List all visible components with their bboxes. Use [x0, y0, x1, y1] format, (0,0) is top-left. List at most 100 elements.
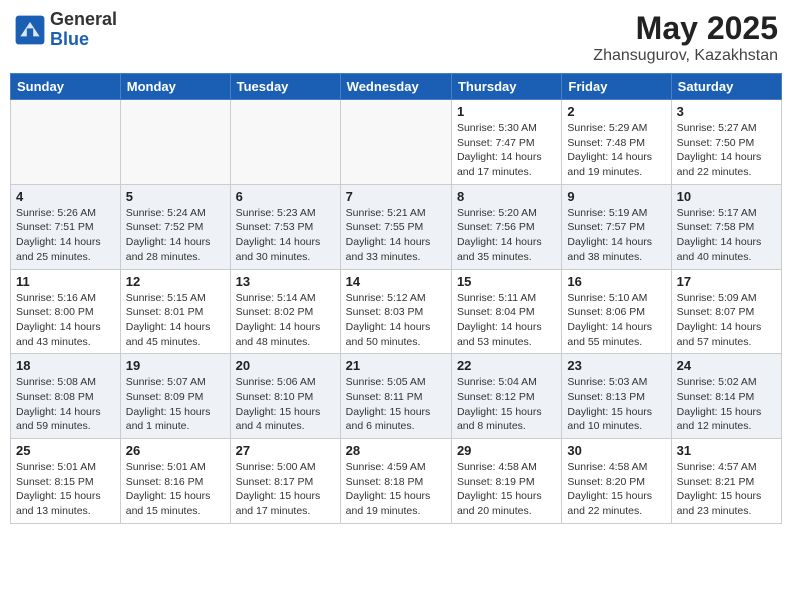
page-header: General Blue May 2025 Zhansugurov, Kazak…: [10, 10, 782, 65]
day-number: 18: [16, 358, 115, 373]
day-info: Sunrise: 5:12 AMSunset: 8:03 PMDaylight:…: [346, 291, 446, 350]
calendar-week-row: 1 Sunrise: 5:30 AMSunset: 7:47 PMDaylight…: [11, 100, 782, 185]
calendar-cell: 15Sunrise: 5:11 AMSunset: 8:04 PMDayligh…: [451, 269, 561, 354]
calendar-cell: [340, 100, 451, 185]
day-number: 14: [346, 274, 446, 289]
day-number: 22: [457, 358, 556, 373]
day-info: Sunrise: 5:15 AMSunset: 8:01 PMDaylight:…: [126, 291, 225, 350]
day-number: 25: [16, 443, 115, 458]
column-header-saturday: Saturday: [671, 74, 781, 100]
calendar-week-row: 4 Sunrise: 5:26 AMSunset: 7:51 PMDaylight…: [11, 184, 782, 269]
day-number: 17: [677, 274, 776, 289]
calendar-cell: 27Sunrise: 5:00 AMSunset: 8:17 PMDayligh…: [230, 439, 340, 524]
calendar-cell: 9 Sunrise: 5:19 AMSunset: 7:57 PMDaylight…: [562, 184, 671, 269]
calendar-cell: 6 Sunrise: 5:23 AMSunset: 7:53 PMDaylight…: [230, 184, 340, 269]
day-info: Sunrise: 5:27 AMSunset: 7:50 PMDaylight:…: [677, 121, 776, 180]
day-info: Sunrise: 5:20 AMSunset: 7:56 PMDaylight:…: [457, 206, 556, 265]
month-title: May 2025: [593, 10, 778, 47]
logo: General Blue: [14, 10, 117, 50]
calendar-cell: [11, 100, 121, 185]
calendar-cell: 4 Sunrise: 5:26 AMSunset: 7:51 PMDaylight…: [11, 184, 121, 269]
day-number: 9: [567, 189, 665, 204]
day-number: 6: [236, 189, 335, 204]
calendar-cell: 13 Sunrise: 5:14 AMSunset: 8:02 PMDayligh…: [230, 269, 340, 354]
calendar-week-row: 25 Sunrise: 5:01 AMSunset: 8:15 PMDayligh…: [11, 439, 782, 524]
day-info: Sunrise: 5:09 AMSunset: 8:07 PMDaylight:…: [677, 291, 776, 350]
day-info: Sunrise: 5:16 AMSunset: 8:00 PMDaylight:…: [16, 291, 115, 350]
calendar-cell: 30 Sunrise: 4:58 AMSunset: 8:20 PMDayligh…: [562, 439, 671, 524]
calendar-cell: 12 Sunrise: 5:15 AMSunset: 8:01 PMDayligh…: [120, 269, 230, 354]
calendar-cell: 21 Sunrise: 5:05 AMSunset: 8:11 PMDayligh…: [340, 354, 451, 439]
day-info: Sunrise: 5:02 AMSunset: 8:14 PMDaylight:…: [677, 375, 776, 434]
day-info: Sunrise: 5:11 AMSunset: 8:04 PMDaylight:…: [457, 291, 556, 350]
calendar-cell: [120, 100, 230, 185]
calendar-cell: 19Sunrise: 5:07 AMSunset: 8:09 PMDayligh…: [120, 354, 230, 439]
calendar-cell: 20 Sunrise: 5:06 AMSunset: 8:10 PMDayligh…: [230, 354, 340, 439]
day-number: 7: [346, 189, 446, 204]
calendar-cell: 16Sunrise: 5:10 AMSunset: 8:06 PMDayligh…: [562, 269, 671, 354]
day-number: 10: [677, 189, 776, 204]
day-info: Sunrise: 5:23 AMSunset: 7:53 PMDaylight:…: [236, 206, 335, 265]
column-header-wednesday: Wednesday: [340, 74, 451, 100]
calendar-cell: 18 Sunrise: 5:08 AMSunset: 8:08 PMDayligh…: [11, 354, 121, 439]
day-number: 12: [126, 274, 225, 289]
day-info: Sunrise: 4:57 AMSunset: 8:21 PMDaylight:…: [677, 460, 776, 519]
logo-icon: [14, 14, 46, 46]
calendar-cell: 14 Sunrise: 5:12 AMSunset: 8:03 PMDayligh…: [340, 269, 451, 354]
day-number: 8: [457, 189, 556, 204]
logo-general: General: [50, 10, 117, 30]
day-info: Sunrise: 5:14 AMSunset: 8:02 PMDaylight:…: [236, 291, 335, 350]
day-info: Sunrise: 4:58 AMSunset: 8:20 PMDaylight:…: [567, 460, 665, 519]
calendar-week-row: 18 Sunrise: 5:08 AMSunset: 8:08 PMDayligh…: [11, 354, 782, 439]
calendar-cell: 8 Sunrise: 5:20 AMSunset: 7:56 PMDaylight…: [451, 184, 561, 269]
day-info: Sunrise: 5:30 AMSunset: 7:47 PMDaylight:…: [457, 121, 556, 180]
day-number: 3: [677, 104, 776, 119]
day-info: Sunrise: 4:58 AMSunset: 8:19 PMDaylight:…: [457, 460, 556, 519]
calendar-cell: 7Sunrise: 5:21 AMSunset: 7:55 PMDaylight…: [340, 184, 451, 269]
day-info: Sunrise: 5:05 AMSunset: 8:11 PMDaylight:…: [346, 375, 446, 434]
day-info: Sunrise: 5:07 AMSunset: 8:09 PMDaylight:…: [126, 375, 225, 434]
day-info: Sunrise: 5:04 AMSunset: 8:12 PMDaylight:…: [457, 375, 556, 434]
calendar-cell: 17 Sunrise: 5:09 AMSunset: 8:07 PMDayligh…: [671, 269, 781, 354]
day-number: 11: [16, 274, 115, 289]
calendar-cell: 2Sunrise: 5:29 AMSunset: 7:48 PMDaylight…: [562, 100, 671, 185]
day-info: Sunrise: 5:19 AMSunset: 7:57 PMDaylight:…: [567, 206, 665, 265]
day-number: 24: [677, 358, 776, 373]
calendar-cell: 26Sunrise: 5:01 AMSunset: 8:16 PMDayligh…: [120, 439, 230, 524]
calendar-week-row: 11 Sunrise: 5:16 AMSunset: 8:00 PMDayligh…: [11, 269, 782, 354]
logo-text: General Blue: [50, 10, 117, 50]
day-number: 20: [236, 358, 335, 373]
day-number: 13: [236, 274, 335, 289]
day-info: Sunrise: 5:08 AMSunset: 8:08 PMDaylight:…: [16, 375, 115, 434]
calendar-cell: 29 Sunrise: 4:58 AMSunset: 8:19 PMDayligh…: [451, 439, 561, 524]
column-header-tuesday: Tuesday: [230, 74, 340, 100]
column-header-monday: Monday: [120, 74, 230, 100]
day-info: Sunrise: 5:29 AMSunset: 7:48 PMDaylight:…: [567, 121, 665, 180]
calendar-cell: 28Sunrise: 4:59 AMSunset: 8:18 PMDayligh…: [340, 439, 451, 524]
day-number: 31: [677, 443, 776, 458]
day-info: Sunrise: 5:00 AMSunset: 8:17 PMDaylight:…: [236, 460, 335, 519]
calendar-cell: 3 Sunrise: 5:27 AMSunset: 7:50 PMDaylight…: [671, 100, 781, 185]
day-info: Sunrise: 5:26 AMSunset: 7:51 PMDaylight:…: [16, 206, 115, 265]
day-number: 4: [16, 189, 115, 204]
day-number: 1: [457, 104, 556, 119]
day-info: Sunrise: 5:06 AMSunset: 8:10 PMDaylight:…: [236, 375, 335, 434]
column-header-friday: Friday: [562, 74, 671, 100]
day-number: 29: [457, 443, 556, 458]
logo-blue: Blue: [50, 30, 117, 50]
column-header-thursday: Thursday: [451, 74, 561, 100]
day-info: Sunrise: 5:01 AMSunset: 8:15 PMDaylight:…: [16, 460, 115, 519]
day-info: Sunrise: 5:03 AMSunset: 8:13 PMDaylight:…: [567, 375, 665, 434]
title-block: May 2025 Zhansugurov, Kazakhstan: [593, 10, 778, 65]
day-number: 23: [567, 358, 665, 373]
day-number: 5: [126, 189, 225, 204]
calendar-cell: 24 Sunrise: 5:02 AMSunset: 8:14 PMDayligh…: [671, 354, 781, 439]
day-number: 30: [567, 443, 665, 458]
calendar-cell: 11 Sunrise: 5:16 AMSunset: 8:00 PMDayligh…: [11, 269, 121, 354]
day-number: 21: [346, 358, 446, 373]
day-number: 28: [346, 443, 446, 458]
calendar-cell: 5 Sunrise: 5:24 AMSunset: 7:52 PMDaylight…: [120, 184, 230, 269]
day-info: Sunrise: 5:24 AMSunset: 7:52 PMDaylight:…: [126, 206, 225, 265]
column-header-sunday: Sunday: [11, 74, 121, 100]
day-number: 26: [126, 443, 225, 458]
